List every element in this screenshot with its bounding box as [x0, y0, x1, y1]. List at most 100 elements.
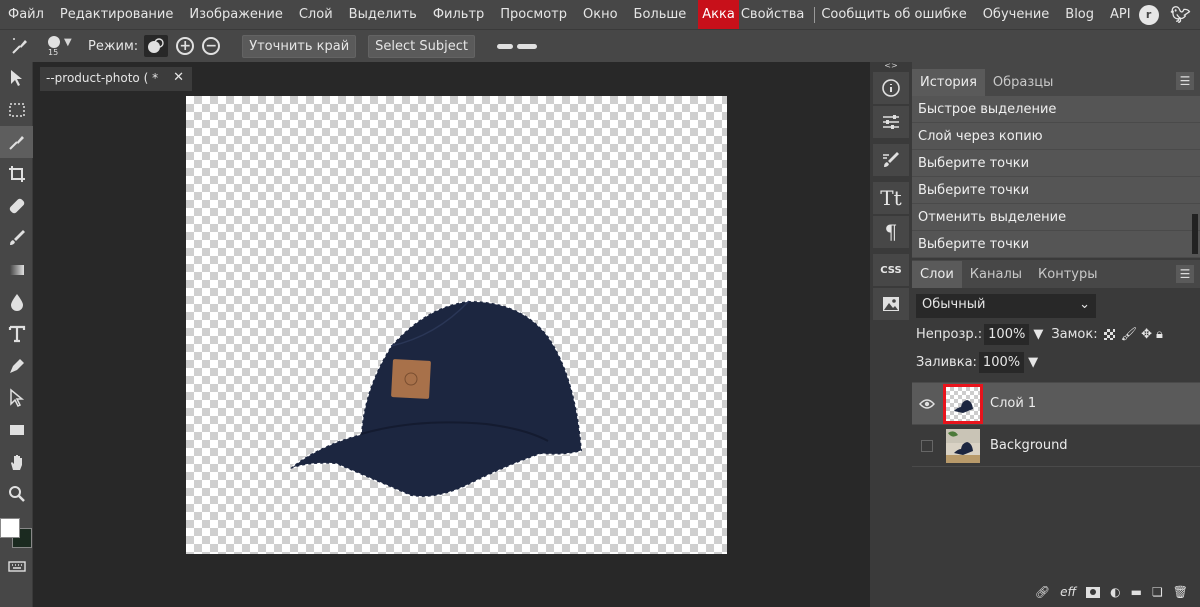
refine-edge-button[interactable]: Уточнить край — [242, 34, 357, 58]
text-tool-icon[interactable] — [0, 318, 33, 350]
menu-account[interactable]: Акка — [698, 0, 739, 29]
chevron-down-icon[interactable]: ▼ — [1028, 355, 1038, 370]
info-icon[interactable] — [873, 72, 909, 104]
trash-icon[interactable]: 🗑︎ — [1173, 585, 1188, 599]
paragraph-icon[interactable]: ¶ — [873, 216, 909, 248]
pen-tool-icon[interactable] — [0, 350, 33, 382]
layer-row[interactable]: Слой 1 — [912, 383, 1200, 425]
fill-input[interactable]: 100% — [978, 351, 1025, 373]
menu-bar: Файл Редактирование Изображение Слой Выд… — [0, 0, 1200, 29]
menu-learn[interactable]: Обучение — [975, 0, 1058, 29]
folder-icon[interactable]: ▬ — [1131, 585, 1142, 599]
menu-blog[interactable]: Blog — [1057, 0, 1102, 29]
layers-panel: Слои Каналы Контуры ☰ Обычный ⌄ Непрозр.… — [912, 260, 1200, 607]
layer-name[interactable]: Background — [990, 438, 1068, 453]
eye-icon[interactable] — [912, 398, 942, 410]
color-swatches[interactable] — [0, 514, 33, 550]
menu-edit[interactable]: Редактирование — [52, 0, 181, 29]
layers-menu-icon[interactable]: ☰ — [1176, 265, 1194, 283]
panel-icons-column: <> Tt ¶ CSS — [870, 62, 912, 607]
chevron-down-icon[interactable]: ▼ — [1033, 327, 1043, 342]
menu-more[interactable]: Больше — [626, 0, 695, 29]
collapse-icon[interactable]: <> — [870, 62, 912, 70]
gradient-tool-icon[interactable] — [0, 254, 33, 286]
blur-tool-icon[interactable] — [0, 286, 33, 318]
toggle-option-icon[interactable] — [497, 43, 537, 49]
new-layer-icon[interactable]: ❏ — [1152, 585, 1163, 599]
blend-mode-value: Обычный — [922, 297, 986, 312]
menu-report-bug[interactable]: Сообщить об ошибке — [817, 0, 974, 29]
brush-tool-icon[interactable] — [0, 222, 33, 254]
document-tab[interactable]: --product-photo ( * ✕ — [40, 67, 192, 91]
tab-layers[interactable]: Слои — [912, 261, 962, 288]
adjustment-icon[interactable]: ◐ — [1110, 585, 1120, 599]
history-list: Быстрое выделение Слой через копию Выбер… — [912, 96, 1200, 258]
visibility-checkbox[interactable] — [912, 439, 942, 452]
layer-thumbnail[interactable] — [946, 428, 980, 463]
history-item[interactable]: Быстрое выделение — [912, 96, 1200, 123]
css-icon[interactable]: CSS — [873, 254, 909, 286]
menu-api[interactable]: API — [1102, 0, 1139, 29]
marquee-tool-icon[interactable] — [0, 94, 33, 126]
quick-selection-tool-button[interactable] — [0, 126, 33, 158]
image-icon[interactable] — [873, 288, 909, 320]
brush-size-picker[interactable]: 15 ▼ — [46, 33, 76, 59]
menu-properties[interactable]: Свойства — [739, 0, 813, 29]
tab-swatches[interactable]: Образцы — [985, 69, 1062, 96]
history-item[interactable]: Выберите точки — [912, 177, 1200, 204]
history-item[interactable]: Выберите точки — [912, 231, 1200, 258]
effects-icon[interactable]: eff — [1060, 585, 1076, 599]
lock-all-icon[interactable]: 🔒︎ — [1156, 327, 1163, 342]
tab-channels[interactable]: Каналы — [962, 261, 1030, 288]
hand-tool-icon[interactable] — [0, 446, 33, 478]
crop-tool-icon[interactable] — [0, 158, 33, 190]
layer-thumbnail[interactable] — [943, 383, 983, 424]
menu-file[interactable]: Файл — [0, 0, 52, 29]
history-scrollbar[interactable] — [1192, 214, 1198, 254]
tab-history[interactable]: История — [912, 69, 985, 96]
select-subject-button[interactable]: Select Subject — [368, 34, 475, 58]
foreground-color-swatch[interactable] — [0, 518, 20, 538]
close-icon[interactable]: ✕ — [173, 70, 184, 85]
twitter-icon[interactable]: 🐦︎ — [1170, 5, 1190, 25]
opacity-input[interactable]: 100% — [984, 323, 1030, 345]
layer-row[interactable]: Background — [912, 425, 1200, 467]
lock-transparency-icon[interactable] — [1103, 328, 1115, 340]
document-tab-title: --product-photo ( — [46, 71, 149, 85]
menu-image[interactable]: Изображение — [181, 0, 290, 29]
tab-paths[interactable]: Контуры — [1030, 261, 1105, 288]
reddit-icon[interactable]: r — [1138, 4, 1159, 25]
blend-mode-select[interactable]: Обычный ⌄ — [916, 294, 1096, 318]
menu-layer[interactable]: Слой — [291, 0, 341, 29]
quick-selection-tool-icon — [10, 36, 30, 56]
menu-select[interactable]: Выделить — [341, 0, 425, 29]
history-item[interactable]: Выберите точки — [912, 150, 1200, 177]
lock-move-icon[interactable]: ✥ — [1141, 327, 1152, 342]
fill-row: Заливка: 100% ▼ — [916, 348, 1200, 376]
chevron-down-icon: ▼ — [64, 37, 72, 48]
image-canvas[interactable] — [186, 96, 727, 554]
mode-subtract-icon[interactable]: − — [202, 37, 221, 55]
mode-add-icon[interactable]: + — [176, 37, 195, 55]
zoom-tool-icon[interactable] — [0, 478, 33, 510]
move-tool-icon[interactable] — [0, 62, 33, 94]
history-item[interactable]: Слой через копию — [912, 123, 1200, 150]
menu-filter[interactable]: Фильтр — [425, 0, 492, 29]
mask-icon[interactable] — [1086, 586, 1101, 598]
menu-window[interactable]: Окно — [575, 0, 626, 29]
mode-new-selection-icon[interactable] — [144, 35, 169, 57]
brush-settings-icon[interactable] — [873, 144, 909, 176]
healing-tool-icon[interactable] — [0, 190, 33, 222]
adjustments-icon[interactable] — [873, 106, 909, 138]
link-icon[interactable]: 🔗︎ — [1035, 585, 1050, 599]
layer-name[interactable]: Слой 1 — [990, 396, 1036, 411]
history-item[interactable]: Отменить выделение — [912, 204, 1200, 231]
path-select-tool-icon[interactable] — [0, 382, 33, 414]
keyboard-icon[interactable] — [0, 550, 33, 582]
history-menu-icon[interactable]: ☰ — [1176, 72, 1194, 90]
character-icon[interactable]: Tt — [873, 182, 909, 214]
options-bar: 15 ▼ Режим: + − Уточнить край Select Sub… — [0, 29, 1200, 62]
shape-tool-icon[interactable] — [0, 414, 33, 446]
menu-view[interactable]: Просмотр — [492, 0, 575, 29]
lock-paint-icon[interactable]: 🖌︎ — [1121, 327, 1138, 342]
